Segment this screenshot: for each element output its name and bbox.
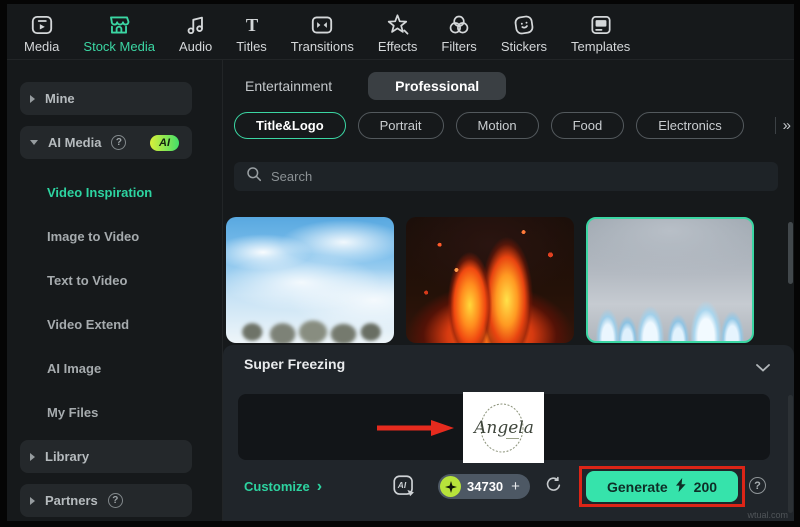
help-icon[interactable]: ? [749, 477, 766, 494]
uploaded-logo-image[interactable]: Angela [463, 392, 544, 463]
toolbar-item-audio[interactable]: Audio [179, 11, 212, 54]
scrollbar-thumb[interactable] [788, 222, 793, 284]
thumbnail-ice-title-selected[interactable] [586, 217, 754, 343]
tab-entertainment[interactable]: Entertainment [245, 78, 332, 94]
sidebar-item-image-to-video[interactable]: Image to Video [20, 214, 208, 258]
toolbar-item-titles[interactable]: T Titles [236, 11, 267, 54]
sidebar-item-ai-media[interactable]: AI Media ? AI [20, 126, 192, 159]
chip-title-logo[interactable]: Title&Logo [234, 112, 346, 139]
tab-professional[interactable]: Professional [368, 72, 506, 100]
chip-food[interactable]: Food [551, 112, 625, 139]
result-thumbnails [226, 217, 754, 343]
generate-cost: 200 [694, 479, 717, 495]
panel-title: Super Freezing [244, 356, 345, 372]
toolbar-label: Audio [179, 39, 212, 54]
chevron-right-icon [30, 497, 35, 505]
annotation-highlight-box: Generate 200 [579, 466, 745, 507]
collapse-chevron-icon[interactable] [756, 359, 770, 377]
credits-balance[interactable]: 34730 + [438, 474, 530, 499]
letter-t-icon: T [239, 11, 265, 38]
chip-electronics[interactable]: Electronics [636, 112, 744, 139]
divider [775, 117, 776, 134]
credits-coin-icon [440, 476, 461, 497]
sidebar-item-label: Library [45, 449, 89, 464]
ai-badge: AI [150, 135, 179, 151]
sidebar-item-label: AI Media [48, 135, 101, 150]
generator-panel: Super Freezing Angela Customize [223, 345, 794, 521]
filter-chip-row: Title&Logo Portrait Motion Food Electron… [234, 112, 764, 139]
sidebar-item-video-inspiration[interactable]: Video Inspiration [20, 170, 208, 214]
toolbar-item-templates[interactable]: Templates [571, 11, 630, 54]
search-icon [246, 166, 262, 187]
thumbnail-fire-title[interactable] [406, 217, 574, 343]
more-categories-icon[interactable]: » [783, 117, 791, 134]
toolbar-item-stock-media[interactable]: Stock Media [83, 11, 155, 54]
sidebar-item-label: Partners [45, 493, 98, 508]
toolbar-label: Effects [378, 39, 418, 54]
transitions-icon [309, 11, 335, 38]
search-input[interactable] [271, 169, 766, 184]
generate-label: Generate [607, 479, 668, 495]
music-note-icon [183, 11, 209, 38]
customize-label: Customize [244, 479, 310, 494]
toolbar-item-stickers[interactable]: Stickers [501, 11, 547, 54]
chevron-right-icon [30, 95, 35, 103]
help-icon[interactable]: ? [111, 135, 126, 150]
sidebar-item-mine[interactable]: Mine [20, 82, 192, 115]
storefront-icon [106, 11, 132, 38]
toolbar-item-media[interactable]: Media [24, 11, 59, 54]
search-bar [234, 162, 778, 191]
sidebar-item-text-to-video[interactable]: Text to Video [20, 258, 208, 302]
customize-link[interactable]: Customize › [244, 479, 322, 494]
add-credits-button[interactable]: + [511, 478, 520, 495]
media-icon [29, 11, 55, 38]
watermark-text: wtual.com [747, 510, 788, 520]
panel-scrollbar-track[interactable] [788, 395, 793, 513]
sidebar-item-my-files[interactable]: My Files [20, 390, 208, 434]
thumbnail-sky-title[interactable] [226, 217, 394, 343]
sidebar-item-partners[interactable]: Partners ? [20, 484, 192, 517]
generate-button[interactable]: Generate 200 [586, 471, 738, 502]
sidebar: Mine AI Media ? AI Video Inspiration Ima… [7, 60, 223, 521]
filmora-stock-media-panel: Media Stock Media Audio T Titles [7, 4, 794, 521]
sticker-smiley-icon [511, 11, 537, 38]
toolbar-label: Stickers [501, 39, 547, 54]
sidebar-item-video-extend[interactable]: Video Extend [20, 302, 208, 346]
credits-value: 34730 [467, 479, 503, 494]
toolbar-label: Titles [236, 39, 267, 54]
app-window: Media Stock Media Audio T Titles [0, 0, 800, 527]
help-icon[interactable]: ? [108, 493, 123, 508]
chevron-right-icon [30, 453, 35, 461]
filters-circles-icon [446, 11, 472, 38]
category-tabs: Entertainment Professional [245, 72, 506, 100]
toolbar-item-filters[interactable]: Filters [441, 11, 476, 54]
top-toolbar: Media Stock Media Audio T Titles [7, 4, 794, 60]
chevron-right-icon: › [317, 480, 322, 493]
chips-overflow: » [775, 112, 791, 139]
sidebar-item-library[interactable]: Library [20, 440, 192, 473]
svg-text:T: T [245, 14, 257, 34]
chevron-down-icon [30, 140, 38, 145]
templates-icon [588, 11, 614, 38]
sidebar-item-ai-image[interactable]: AI Image [20, 346, 208, 390]
logo-script-text: Angela [472, 418, 534, 438]
toolbar-label: Stock Media [83, 39, 155, 54]
ai-media-subnav: Video Inspiration Image to Video Text to… [20, 170, 208, 434]
refresh-icon[interactable] [545, 476, 562, 498]
annotation-arrow [375, 419, 455, 442]
chip-portrait[interactable]: Portrait [358, 112, 444, 139]
main-content: Entertainment Professional Title&Logo Po… [223, 60, 794, 521]
toolbar-label: Filters [441, 39, 476, 54]
sidebar-item-label: Mine [45, 91, 75, 106]
lightning-icon [675, 478, 687, 495]
ai-pen-tool-icon[interactable]: AI [393, 475, 416, 503]
toolbar-label: Media [24, 39, 59, 54]
toolbar-item-effects[interactable]: Effects [378, 11, 418, 54]
chip-motion[interactable]: Motion [456, 112, 539, 139]
toolbar-label: Templates [571, 39, 630, 54]
star-wand-icon [385, 11, 411, 38]
svg-text:AI: AI [397, 480, 407, 490]
toolbar-item-transitions[interactable]: Transitions [291, 11, 354, 54]
toolbar-label: Transitions [291, 39, 354, 54]
